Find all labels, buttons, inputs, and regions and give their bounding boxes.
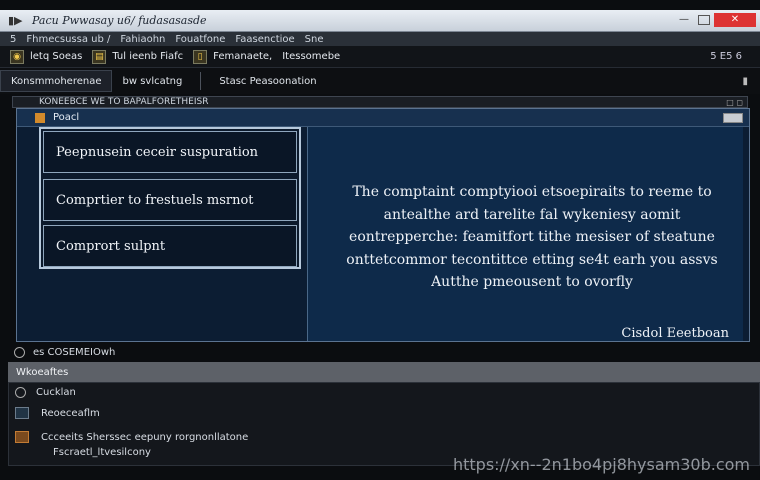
option-label: Comprtier to frestuels msrnot (56, 192, 254, 208)
option-item[interactable]: Comprort sulpnt (43, 225, 297, 267)
list-item[interactable]: Reoeceaflm (15, 407, 100, 419)
page-icon: ▯ (193, 49, 208, 64)
toolbar-counter: 5 E5 6 (710, 51, 742, 62)
tab-bar: Konsmmoherenae bw svlcatng Stasc Peasoon… (0, 68, 760, 94)
lower-panel-header[interactable]: Wkoeaftes (8, 362, 760, 382)
tab-2[interactable]: bw svlcatng (112, 70, 192, 92)
tab-divider (200, 72, 202, 90)
lower-panel: Cucklan Reoeceaflm Ccceeits Sherssec eep… (8, 382, 760, 466)
toolbar-item-label: Tul ieenb Fiafc (112, 51, 184, 62)
option-item[interactable]: Peepnusein ceceir suspuration (43, 131, 297, 173)
close-button[interactable]: ✕ (714, 13, 756, 27)
toolbar-item-4[interactable]: Itessomebe (282, 51, 340, 62)
toolbar-item-label: Itessomebe (282, 51, 341, 62)
lock-icon: ◉ (10, 49, 24, 64)
dialog-control-button[interactable] (723, 112, 743, 123)
list-item-label: Reoeceaflm (41, 407, 100, 419)
circle-icon (15, 387, 26, 398)
minimize-button[interactable]: — (676, 13, 692, 27)
menu-item[interactable]: Fahiaohn (120, 34, 165, 45)
option-label: Peepnusein ceceir suspuration (56, 144, 259, 160)
toolbar-item-label: Femanaete, (213, 51, 273, 62)
window-title: Pacu Pwwasay u6/ fudasasasde (32, 14, 207, 27)
status-line: es COSEMEIOwh (14, 344, 750, 360)
lower-panel-title: Wkoeaftes (16, 366, 69, 378)
breadcrumb: KONEEBCE WE TO BAPALFORETHEISR □ ◻ (12, 96, 748, 108)
option-item[interactable]: Comprtier to frestuels msrnot (43, 179, 297, 221)
menu-bar: 5 Fhmecsussa ub / Fahiaohn Fouatfone Faa… (0, 32, 760, 46)
maximize-button[interactable] (698, 15, 710, 25)
toolbar-item-label: letq Soeas (30, 51, 83, 62)
warning-icon (15, 431, 29, 443)
toolbar: ◉ letq Soeas ▤ Tul ieenb Fiafc ▯ Femanae… (0, 46, 760, 68)
scroll-indicator-icon[interactable]: ▮ (742, 76, 748, 87)
dialog-title: Poacl (53, 112, 80, 123)
folder-icon: ▤ (92, 49, 107, 64)
menu-item[interactable]: Faasenctioe (235, 34, 294, 45)
tab-label: bw svlcatng (122, 75, 183, 87)
breadcrumb-controls[interactable]: □ ◻ (726, 98, 743, 107)
breadcrumb-text: KONEEBCE WE TO BAPALFORETHEISR (39, 97, 209, 107)
option-label: Comprort sulpnt (56, 238, 166, 254)
menu-item[interactable]: Fhmecsussa ub / (26, 34, 110, 45)
status-text: es COSEMEIOwh (33, 346, 116, 358)
status-icon (14, 346, 25, 358)
app-menu-icon[interactable]: ▮▶ (8, 14, 23, 28)
menu-item[interactable]: 5 (10, 34, 16, 45)
list-item-subtext: Fscraetl_ltvesilcony (53, 447, 151, 458)
support-dialog: Poacl Peepnusein ceceir suspuration Comp… (16, 108, 750, 342)
tab-3[interactable]: Stasc Peasoonation (209, 70, 326, 92)
message-text: The comptaint comptyiooi etsoepiraits to… (346, 184, 718, 290)
message-signature: Cisdol Eeetboan (621, 326, 729, 341)
list-item-label: Ccceeits Sherssec eepuny rorgnonllatone (41, 431, 249, 443)
message-panel: The comptaint comptyiooi etsoepiraits to… (307, 127, 743, 341)
window-titlebar: ▮▶ Pacu Pwwasay u6/ fudasasasde — ✕ (0, 10, 760, 32)
tab-1[interactable]: Konsmmoherenae (0, 70, 113, 92)
list-item-label: Cucklan (36, 387, 76, 398)
dialog-header: Poacl (17, 109, 749, 127)
tab-label: Konsmmoherenae (11, 75, 102, 87)
menu-item[interactable]: Sne (305, 34, 324, 45)
tab-label: Stasc Peasoonation (219, 75, 317, 87)
option-list: Peepnusein ceceir suspuration Comprtier … (39, 127, 301, 269)
toolbar-item-2[interactable]: ▤ Tul ieenb Fiafc (92, 49, 184, 64)
menu-item[interactable]: Fouatfone (175, 34, 225, 45)
monitor-icon (15, 407, 29, 419)
toolbar-item-3[interactable]: ▯ Femanaete, (193, 49, 273, 64)
watermark-url: https://xn--2n1bo4pj8hysam30b.com (452, 455, 750, 474)
toolbar-item-1[interactable]: ◉ letq Soeas (10, 49, 83, 64)
dialog-app-icon (35, 112, 45, 123)
list-item[interactable]: Cucklan (15, 387, 76, 398)
list-item[interactable]: Ccceeits Sherssec eepuny rorgnonllatone (15, 431, 248, 443)
